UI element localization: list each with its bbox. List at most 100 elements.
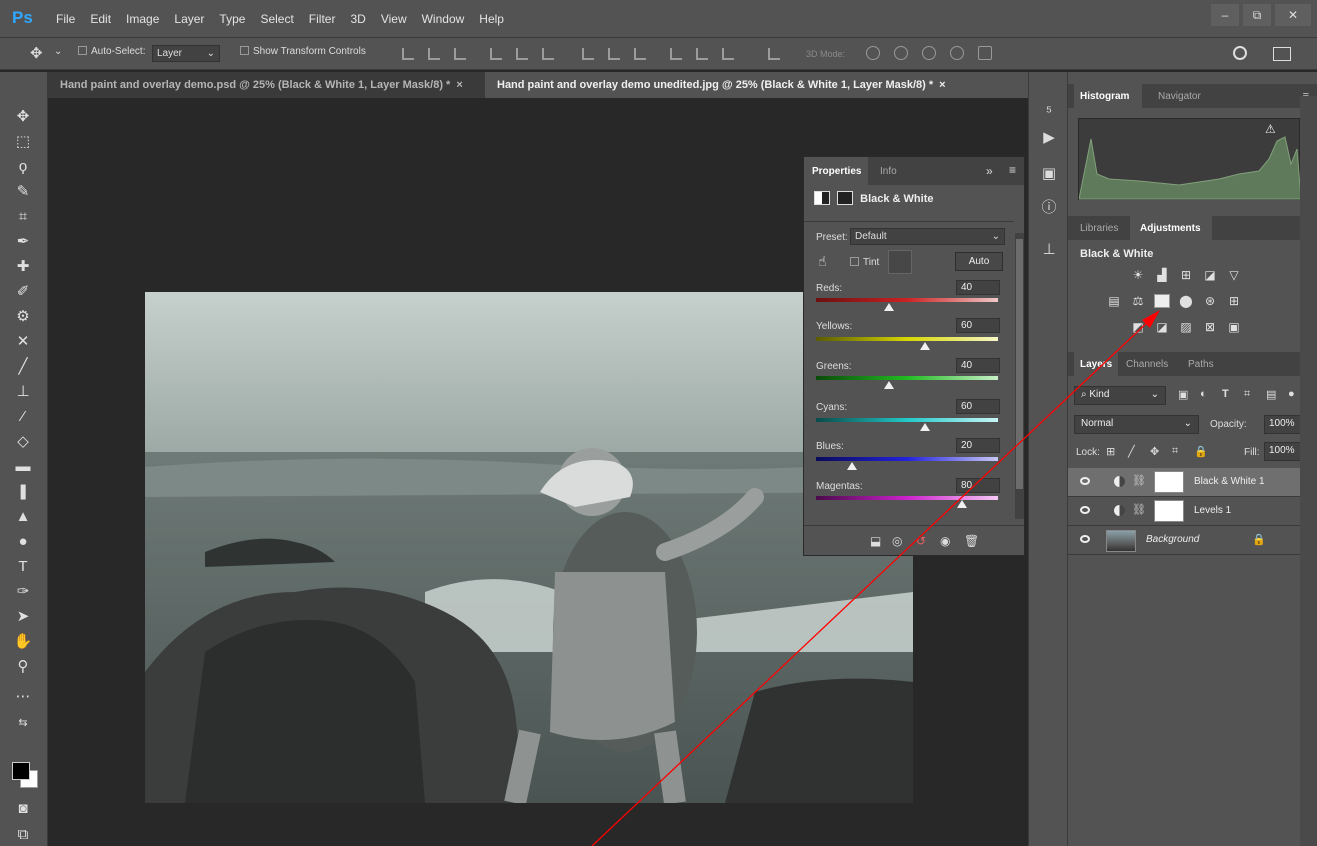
foreground-color-swatch[interactable] bbox=[12, 762, 30, 780]
photo-filter-icon[interactable]: ⬤ bbox=[1178, 294, 1194, 308]
screen-mode-icon[interactable]: ⧉ bbox=[12, 824, 34, 846]
distribute-top-icon[interactable] bbox=[582, 48, 594, 60]
layer-filter-dropdown[interactable]: ⌕ Kind ⌄ bbox=[1074, 386, 1166, 405]
filter-adjustment-icon[interactable]: ◐ bbox=[1200, 388, 1207, 400]
path-select-tool-icon[interactable]: ➤ bbox=[12, 606, 34, 628]
tab-hand-paint-unedited[interactable]: Hand paint and overlay demo unedited.jpg… bbox=[485, 72, 1030, 98]
panel-menu-icon[interactable]: ≡ bbox=[1009, 163, 1016, 177]
black-white-adjustment-icon[interactable] bbox=[814, 191, 830, 205]
mask-icon[interactable] bbox=[837, 191, 854, 205]
properties-panel-icon[interactable]: ▣ bbox=[1039, 164, 1059, 184]
greens-slider-track[interactable] bbox=[816, 376, 998, 380]
magentas-slider-thumb[interactable] bbox=[956, 500, 967, 508]
tab-histogram[interactable]: Histogram bbox=[1080, 91, 1129, 102]
layer-mask-thumbnail[interactable] bbox=[1154, 500, 1184, 522]
filter-smart-object-icon[interactable]: ▤ bbox=[1266, 388, 1276, 401]
lock-artboard-icon[interactable]: ⌗ bbox=[1172, 445, 1178, 458]
auto-select-dropdown[interactable]: Layer ⌄ bbox=[152, 45, 220, 62]
healing-brush-tool-icon[interactable]: ✚ bbox=[12, 256, 34, 278]
filter-shape-icon[interactable]: ⌗ bbox=[1244, 388, 1250, 401]
reset-icon[interactable]: ↺ bbox=[916, 534, 926, 548]
history-panel-icon[interactable]: ⁵ bbox=[1039, 102, 1059, 122]
align-vcenter-icon[interactable] bbox=[428, 48, 440, 60]
color-lookup-icon[interactable]: ⊞ bbox=[1226, 294, 1242, 308]
search-icon[interactable] bbox=[1233, 46, 1247, 60]
blend-mode-dropdown[interactable]: Normal ⌄ bbox=[1074, 415, 1199, 434]
tab-layers[interactable]: Layers bbox=[1080, 359, 1112, 370]
targeted-adjustment-hand-icon[interactable]: ☝ bbox=[818, 253, 827, 270]
invert-icon[interactable]: ◩ bbox=[1130, 320, 1146, 334]
yellows-slider-track[interactable] bbox=[816, 337, 998, 341]
actions-play-icon[interactable]: ▶ bbox=[1039, 128, 1059, 148]
restore-button[interactable]: ⧉ bbox=[1243, 4, 1271, 26]
levels-icon[interactable]: ▟ bbox=[1154, 268, 1170, 282]
tint-color-swatch[interactable] bbox=[888, 250, 912, 274]
layer-row-background[interactable]: Background 🔒 bbox=[1068, 526, 1300, 555]
auto-button[interactable]: Auto bbox=[955, 252, 1003, 271]
tool-preset-chevron-icon[interactable]: ⌄ bbox=[54, 46, 62, 57]
blur-tool-icon[interactable]: ❚ bbox=[12, 481, 34, 503]
gradient-map-icon[interactable]: ▣ bbox=[1226, 320, 1242, 334]
visibility-eye-icon[interactable] bbox=[1080, 506, 1090, 514]
yellows-slider-thumb[interactable] bbox=[920, 342, 931, 350]
pen-tool-icon[interactable]: ✑ bbox=[12, 581, 34, 603]
show-transform-checkbox[interactable]: Show Transform Controls bbox=[240, 46, 366, 57]
distribute-bottom-icon[interactable] bbox=[634, 48, 646, 60]
tab-adjustments[interactable]: Adjustments bbox=[1140, 223, 1201, 234]
3d-orbit-icon[interactable] bbox=[866, 46, 880, 60]
menu-filter[interactable]: Filter bbox=[309, 12, 336, 26]
link-chain-icon[interactable]: ⛓ bbox=[1132, 503, 1146, 516]
auto-align-icon[interactable] bbox=[768, 48, 780, 60]
zoom-tool-icon[interactable]: ⚲ bbox=[12, 656, 34, 678]
distribute-vcenter-icon[interactable] bbox=[608, 48, 620, 60]
tab-info[interactable]: Info bbox=[880, 166, 897, 177]
distribute-left-icon[interactable] bbox=[670, 48, 682, 60]
type-tool-icon[interactable]: T bbox=[12, 556, 34, 578]
opacity-input[interactable]: 100% bbox=[1264, 415, 1304, 434]
selective-color-icon[interactable]: ⊠ bbox=[1202, 320, 1218, 334]
auto-select-checkbox[interactable]: Auto-Select: bbox=[78, 46, 145, 57]
hand-tool-icon[interactable]: ✋ bbox=[12, 631, 34, 653]
menu-layer[interactable]: Layer bbox=[174, 12, 204, 26]
eraser-tool-icon[interactable]: ╱ bbox=[12, 356, 34, 378]
tint-checkbox[interactable]: Tint bbox=[850, 257, 879, 268]
view-previous-state-icon[interactable]: ◎ bbox=[892, 534, 902, 548]
menu-edit[interactable]: Edit bbox=[90, 12, 111, 26]
3d-pan-icon[interactable] bbox=[922, 46, 936, 60]
align-top-icon[interactable] bbox=[402, 48, 414, 60]
distribute-hcenter-icon[interactable] bbox=[696, 48, 708, 60]
eraser-icon[interactable]: ◇ bbox=[12, 431, 34, 453]
document-image[interactable] bbox=[145, 292, 913, 803]
tab-libraries[interactable]: Libraries bbox=[1080, 223, 1118, 234]
sharpen-tool-icon[interactable]: ▲ bbox=[12, 506, 34, 528]
scrollbar-thumb[interactable] bbox=[1016, 239, 1023, 489]
blues-slider-track[interactable] bbox=[816, 457, 998, 461]
collapse-icon[interactable]: » bbox=[986, 164, 993, 178]
properties-scrollbar[interactable] bbox=[1015, 233, 1024, 519]
reds-slider-thumb[interactable] bbox=[883, 303, 894, 311]
channel-mixer-icon[interactable]: ⊛ bbox=[1202, 294, 1218, 308]
3d-scale-icon[interactable] bbox=[978, 46, 992, 60]
stamp-tool-icon[interactable]: ⊥ bbox=[12, 381, 34, 403]
threshold-icon[interactable]: ▨ bbox=[1178, 320, 1194, 334]
reds-value-input[interactable]: 40 bbox=[956, 280, 1000, 295]
magentas-slider-track[interactable] bbox=[816, 496, 998, 500]
blues-value-input[interactable]: 20 bbox=[956, 438, 1000, 453]
swap-colors-icon[interactable]: ⇆ bbox=[12, 712, 34, 734]
close-button[interactable]: ✕ bbox=[1275, 4, 1311, 26]
minimize-button[interactable]: – bbox=[1211, 4, 1239, 26]
tab-channels[interactable]: Channels bbox=[1126, 359, 1168, 370]
clip-to-layer-icon[interactable]: ⬓ bbox=[870, 534, 881, 548]
lock-transparent-icon[interactable]: ⊞ bbox=[1106, 445, 1115, 458]
menu-file[interactable]: File bbox=[56, 12, 75, 26]
brush-tool-icon[interactable]: ✐ bbox=[12, 281, 34, 303]
greens-slider-thumb[interactable] bbox=[883, 381, 894, 389]
yellows-value-input[interactable]: 60 bbox=[956, 318, 1000, 333]
lock-all-icon[interactable]: 🔒 bbox=[1194, 445, 1208, 458]
move-tool-icon[interactable]: ✥ bbox=[12, 106, 34, 128]
tab-paths[interactable]: Paths bbox=[1188, 359, 1214, 370]
black-white-adjustment-icon[interactable] bbox=[1154, 294, 1170, 308]
menu-help[interactable]: Help bbox=[479, 12, 504, 26]
cyans-slider-thumb[interactable] bbox=[920, 423, 931, 431]
posterize-icon[interactable]: ◪ bbox=[1154, 320, 1170, 334]
